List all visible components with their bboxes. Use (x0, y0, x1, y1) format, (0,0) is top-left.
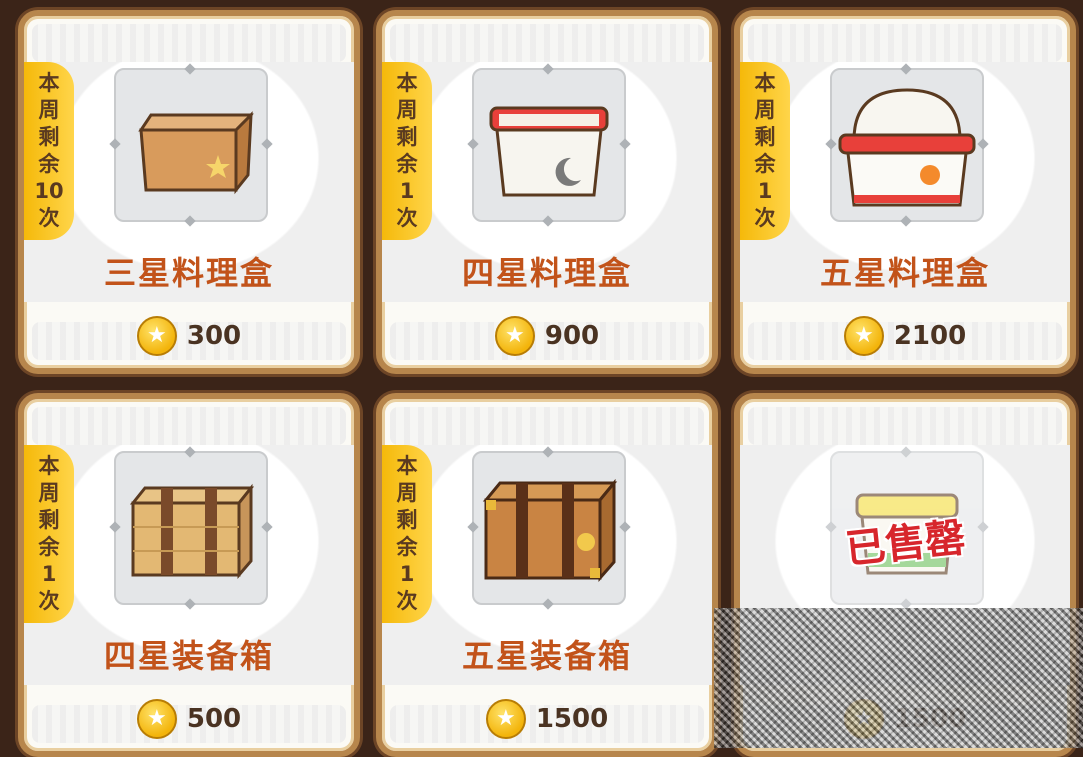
price-row: ★ 2100 (740, 316, 1070, 356)
star-coin-icon: ★ (494, 316, 535, 356)
shop-item-card[interactable]: 本 周 剩 余 10 次 三星料理盒 ★ 300 (18, 10, 360, 374)
item-name: 四星装备箱 (103, 637, 274, 675)
price-value: 500 (186, 704, 242, 734)
deluxe-lunchbox-icon (838, 88, 976, 207)
shop-item-card-sold-out: 已售罄 ★ 1500 (734, 393, 1076, 757)
lace-border-top (390, 24, 704, 62)
lace-border-top (32, 407, 346, 445)
item-frame (825, 63, 989, 227)
star-coin-icon: ★ (136, 316, 177, 356)
lace-border-top (748, 407, 1062, 445)
shop-item-card[interactable]: 本 周 剩 余 1 次 四星料理盒 ★ 900 (376, 10, 718, 374)
cardboard-box-icon (138, 111, 254, 195)
reinforced-crate-icon (482, 478, 618, 582)
item-frame (109, 446, 273, 610)
star-coin-icon: ★ (485, 699, 526, 739)
item-name: 三星料理盒 (103, 254, 274, 292)
price-row: ★ 1500 (740, 699, 1070, 739)
shop-grid: 本 周 剩 余 10 次 三星料理盒 ★ 300 本 周 剩 余 1 次 四星料… (0, 0, 1083, 757)
weekly-limit-tag: 本 周 剩 余 1 次 (382, 62, 432, 240)
price-value: 1500 (535, 704, 609, 734)
item-name: 五星料理盒 (819, 254, 990, 292)
item-frame (467, 446, 631, 610)
shop-item-card[interactable]: 本 周 剩 余 1 次 五星料理盒 ★ 2100 (734, 10, 1076, 374)
weekly-limit-tag: 本 周 剩 余 1 次 (382, 445, 432, 623)
price-row: ★ 500 (24, 699, 354, 739)
price-value: 1500 (893, 704, 967, 734)
weekly-limit-tag: 本 周 剩 余 10 次 (24, 62, 74, 240)
lace-border-top (748, 24, 1062, 62)
star-coin-icon: ★ (136, 699, 177, 739)
shop-item-card[interactable]: 本 周 剩 余 1 次 五星装备箱 ★ 1500 (376, 393, 718, 757)
weekly-limit-tag: 本 周 剩 余 1 次 (24, 445, 74, 623)
price-value: 300 (186, 321, 242, 351)
item-name: 五星装备箱 (461, 637, 632, 675)
price-row: ★ 300 (24, 316, 354, 356)
price-value: 2100 (893, 321, 967, 351)
star-coin-icon: ★ (843, 699, 884, 739)
weekly-limit-tag: 本 周 剩 余 1 次 (740, 62, 790, 240)
item-frame (109, 63, 273, 227)
price-row: ★ 1500 (382, 699, 712, 739)
item-name: 四星料理盒 (461, 254, 632, 292)
price-value: 900 (544, 321, 600, 351)
star-coin-icon: ★ (843, 316, 884, 356)
wooden-crate-icon (129, 483, 255, 580)
item-frame (467, 63, 631, 227)
lace-border-top (390, 407, 704, 445)
lace-border-top (32, 24, 346, 62)
red-lunchbox-icon (489, 106, 609, 197)
price-row: ★ 900 (382, 316, 712, 356)
shop-item-card[interactable]: 本 周 剩 余 1 次 四星装备箱 ★ 500 (18, 393, 360, 757)
